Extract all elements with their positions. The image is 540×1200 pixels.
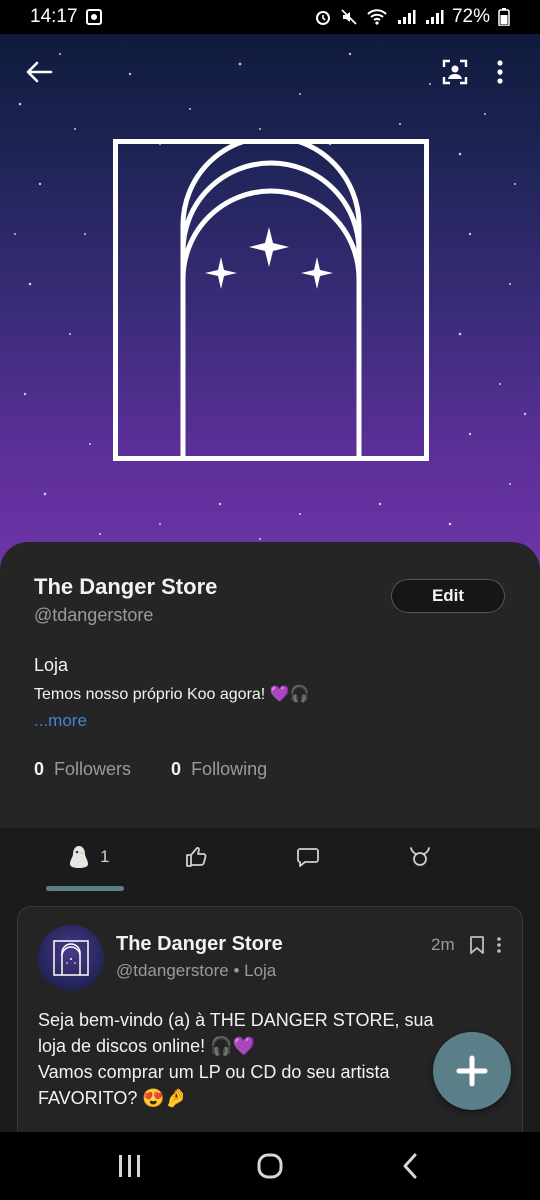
followers-count: 0	[34, 759, 45, 779]
edit-profile-button[interactable]: Edit	[391, 579, 505, 613]
tab-koos[interactable]: 1	[68, 842, 109, 872]
rekoo-icon	[410, 847, 430, 866]
mute-icon	[341, 9, 357, 25]
battery-percent: 72%	[451, 6, 490, 27]
recents-button[interactable]	[100, 1141, 160, 1191]
bookmark-icon[interactable]	[469, 935, 485, 955]
post-author-name[interactable]: The Danger Store	[116, 933, 283, 956]
store-logo	[113, 139, 429, 461]
active-tab-indicator	[46, 886, 124, 891]
follow-stats: 0 Followers 0 Following	[34, 759, 307, 780]
notification-icon	[85, 9, 102, 25]
signal-icon	[425, 10, 444, 24]
post-time: 2m	[431, 935, 455, 954]
bio-title: Loja	[34, 655, 69, 675]
post-author-handle: @tdangerstore	[116, 961, 229, 980]
system-nav-bar	[0, 1132, 540, 1200]
profile-name: The Danger Store	[34, 574, 218, 599]
status-time: 14:17	[30, 6, 78, 27]
thumbs-up-icon	[186, 846, 207, 867]
bio-text: Temos nosso próprio Koo agora! 💜🎧	[34, 686, 310, 703]
avatar-logo	[53, 940, 89, 976]
home-button[interactable]	[240, 1141, 300, 1191]
more-menu-button[interactable]	[480, 52, 520, 92]
status-bar: 14:17 72%	[0, 0, 540, 34]
followers-label: Followers	[54, 759, 132, 779]
home-icon	[257, 1153, 283, 1179]
create-koo-button[interactable]	[433, 1032, 511, 1110]
more-vertical-icon	[497, 60, 503, 84]
alarm-icon	[315, 11, 330, 25]
tab-comments[interactable]	[296, 842, 320, 872]
post-meta: @tdangerstore • Loja	[116, 961, 276, 981]
system-back-button[interactable]	[380, 1141, 440, 1191]
following-count: 0	[171, 759, 182, 779]
post-avatar[interactable]	[38, 925, 104, 991]
tab-likes[interactable]	[184, 842, 208, 872]
back-arrow-icon	[26, 61, 53, 83]
comment-icon	[297, 848, 319, 867]
koo-bird-icon	[70, 846, 88, 868]
post-more-icon[interactable]	[496, 935, 502, 955]
post-category: Loja	[244, 961, 277, 980]
followers-stat[interactable]: 0 Followers	[34, 759, 131, 780]
profile-qr-button[interactable]	[435, 52, 475, 92]
back-icon	[403, 1153, 417, 1179]
signal-icon	[397, 10, 416, 24]
back-button[interactable]	[19, 52, 59, 92]
post-meta-separator: •	[228, 961, 245, 980]
bio-more-link[interactable]: ...more	[34, 711, 87, 731]
post-text-line: Seja bem-vindo (a) à THE DANGER STORE, s…	[38, 1010, 434, 1030]
tab-koos-count: 1	[100, 847, 110, 866]
profile-handle: @tdangerstore	[34, 605, 154, 625]
tab-rekoos[interactable]	[408, 842, 432, 872]
battery-icon	[498, 8, 510, 26]
following-label: Following	[191, 759, 268, 779]
profile-tabs: 1	[0, 828, 540, 892]
cover-banner	[0, 34, 540, 574]
profile-qr-icon	[442, 59, 468, 85]
profile-card: The Danger Store @tdangerstore Edit Loja…	[0, 542, 540, 828]
following-stat[interactable]: 0 Following	[171, 759, 267, 780]
plus-icon	[456, 1055, 488, 1087]
post-card[interactable]: The Danger Store @tdangerstore • Loja 2m…	[17, 906, 523, 1146]
wifi-icon	[367, 9, 387, 25]
recents-icon	[119, 1155, 140, 1177]
